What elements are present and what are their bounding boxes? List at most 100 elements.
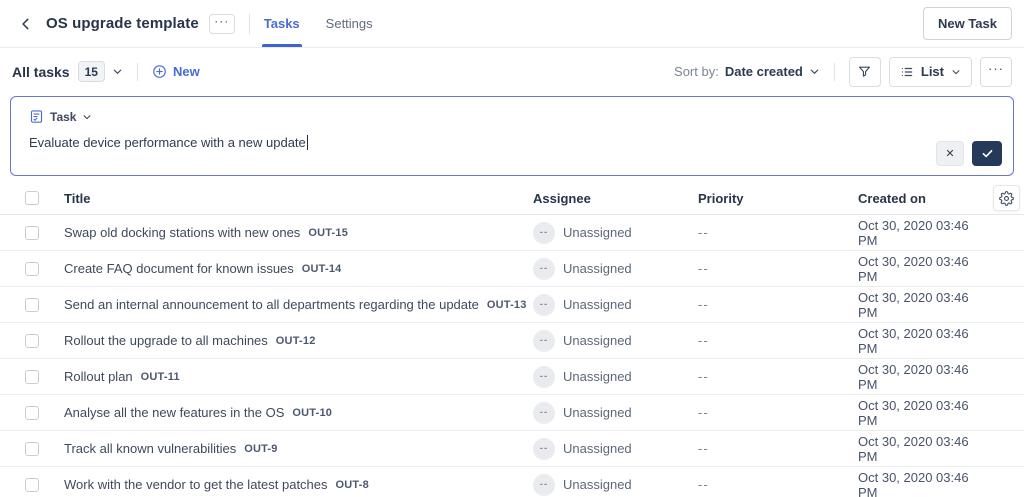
task-title[interactable]: Rollout the upgrade to all machines	[64, 333, 268, 348]
view-dropdown-button[interactable]	[112, 66, 123, 77]
new-item-link[interactable]: New	[152, 64, 200, 79]
table-row[interactable]: Track all known vulnerabilities OUT-9 --…	[0, 431, 1024, 467]
chevron-down-icon	[952, 69, 960, 74]
task-id: OUT-8	[335, 478, 369, 491]
assignee-label[interactable]: Unassigned	[563, 297, 632, 312]
task-rows: Swap old docking stations with new ones …	[0, 215, 1024, 497]
priority-value[interactable]: --	[698, 297, 858, 312]
chevron-left-icon	[22, 18, 29, 29]
row-checkbox[interactable]	[25, 477, 39, 492]
table-row[interactable]: Rollout plan OUT-11 -- Unassigned -- Oct…	[0, 359, 1024, 395]
header-divider	[248, 13, 250, 34]
task-title-input[interactable]: Evaluate device performance with a new u…	[29, 135, 995, 150]
plus-circle-icon	[153, 65, 166, 78]
task-title[interactable]: Analyse all the new features in the OS	[64, 405, 284, 420]
created-on-value: Oct 30, 2020 03:46 PM	[858, 397, 969, 428]
back-button[interactable]	[14, 12, 38, 36]
tab-bar: Tasks Settings	[261, 0, 373, 47]
table-row[interactable]: Send an internal announcement to all dep…	[0, 287, 1024, 323]
created-on-value: Oct 30, 2020 03:46 PM	[858, 325, 969, 356]
priority-value[interactable]: --	[698, 225, 858, 240]
assignee-avatar: --	[533, 293, 555, 316]
created-on-value: Oct 30, 2020 03:46 PM	[858, 289, 969, 320]
chevron-down-icon	[810, 69, 819, 74]
task-id: OUT-13	[486, 298, 527, 311]
row-checkbox[interactable]	[25, 369, 39, 384]
tab-tasks[interactable]: Tasks	[261, 0, 302, 47]
task-id: OUT-10	[292, 406, 333, 419]
table-row[interactable]: Analyse all the new features in the OS O…	[0, 395, 1024, 431]
assignee-avatar: --	[533, 473, 555, 496]
gear-icon	[998, 190, 1014, 206]
column-header-title[interactable]: Title	[64, 191, 533, 206]
table-row[interactable]: Rollout the upgrade to all machines OUT-…	[0, 323, 1024, 359]
table-header: Title Assignee Priority Created on	[0, 182, 1024, 215]
task-toolbar: All tasks 15 New Sort by: Date created L…	[0, 48, 1024, 95]
sort-by-dropdown[interactable]: Sort by: Date created	[674, 64, 820, 79]
assignee-avatar: --	[533, 365, 555, 388]
priority-value[interactable]: --	[698, 369, 858, 384]
priority-value[interactable]: --	[698, 333, 858, 348]
created-on-value: Oct 30, 2020 03:46 PM	[858, 217, 969, 248]
view-mode-dropdown[interactable]: List	[888, 56, 972, 87]
assignee-label[interactable]: Unassigned	[563, 405, 632, 420]
view-selector-label[interactable]: All tasks	[12, 64, 70, 80]
table-row[interactable]: Swap old docking stations with new ones …	[0, 215, 1024, 251]
assignee-avatar: --	[533, 437, 555, 460]
filter-button[interactable]	[848, 56, 881, 87]
assignee-label[interactable]: Unassigned	[563, 333, 632, 348]
assignee-avatar: --	[533, 329, 555, 352]
priority-value[interactable]: --	[698, 261, 858, 276]
task-title[interactable]: Create FAQ document for known issues	[64, 261, 294, 276]
list-icon	[901, 67, 913, 76]
task-title[interactable]: Rollout plan	[64, 369, 133, 384]
assignee-avatar: --	[533, 257, 555, 280]
column-header-priority[interactable]: Priority	[698, 191, 858, 206]
table-row[interactable]: Work with the vendor to get the latest p…	[0, 467, 1024, 497]
task-id: OUT-15	[308, 226, 349, 239]
task-title-input-value: Evaluate device performance with a new u…	[29, 135, 306, 150]
task-title[interactable]: Track all known vulnerabilities	[64, 441, 236, 456]
text-cursor	[306, 135, 308, 150]
table-row[interactable]: Create FAQ document for known issues OUT…	[0, 251, 1024, 287]
created-on-value: Oct 30, 2020 03:46 PM	[858, 469, 969, 497]
column-header-assignee[interactable]: Assignee	[533, 191, 698, 206]
row-checkbox[interactable]	[25, 405, 39, 420]
filter-funnel-icon	[859, 66, 871, 77]
priority-value[interactable]: --	[698, 441, 858, 456]
task-title[interactable]: Send an internal announcement to all dep…	[64, 297, 479, 312]
assignee-label[interactable]: Unassigned	[563, 369, 632, 384]
task-id: OUT-11	[140, 370, 180, 383]
assignee-label[interactable]: Unassigned	[563, 441, 632, 456]
task-document-icon	[30, 110, 43, 123]
row-checkbox[interactable]	[25, 297, 39, 312]
page-header: OS upgrade template ··· Tasks Settings N…	[0, 0, 1024, 48]
task-title[interactable]: Swap old docking stations with new ones	[64, 225, 300, 240]
priority-value[interactable]: --	[698, 405, 858, 420]
toolbar-divider	[833, 62, 835, 81]
select-all-checkbox[interactable]	[25, 191, 39, 205]
assignee-label[interactable]: Unassigned	[563, 477, 632, 492]
row-checkbox[interactable]	[25, 225, 39, 240]
tab-settings[interactable]: Settings	[326, 0, 373, 47]
toolbar-more-button[interactable]: ···	[980, 56, 1012, 87]
column-header-created-on[interactable]: Created on	[858, 191, 988, 206]
task-id: OUT-9	[244, 442, 278, 455]
chevron-down-icon	[84, 114, 91, 119]
row-checkbox[interactable]	[25, 441, 39, 456]
cancel-button[interactable]: ✕	[936, 141, 964, 166]
checkmark-icon	[982, 149, 992, 158]
column-settings-button[interactable]	[992, 185, 1020, 211]
project-more-button[interactable]: ···	[208, 13, 235, 34]
confirm-button[interactable]	[972, 141, 1002, 166]
new-task-button[interactable]: New Task	[922, 7, 1012, 40]
row-checkbox[interactable]	[25, 261, 39, 276]
assignee-avatar: --	[533, 221, 555, 244]
assignee-label[interactable]: Unassigned	[563, 261, 632, 276]
priority-value[interactable]: --	[698, 477, 858, 492]
item-type-label: Task	[50, 109, 77, 124]
task-title[interactable]: Work with the vendor to get the latest p…	[64, 477, 328, 492]
item-type-dropdown[interactable]: Task	[29, 109, 995, 124]
assignee-label[interactable]: Unassigned	[563, 225, 632, 240]
row-checkbox[interactable]	[25, 333, 39, 348]
